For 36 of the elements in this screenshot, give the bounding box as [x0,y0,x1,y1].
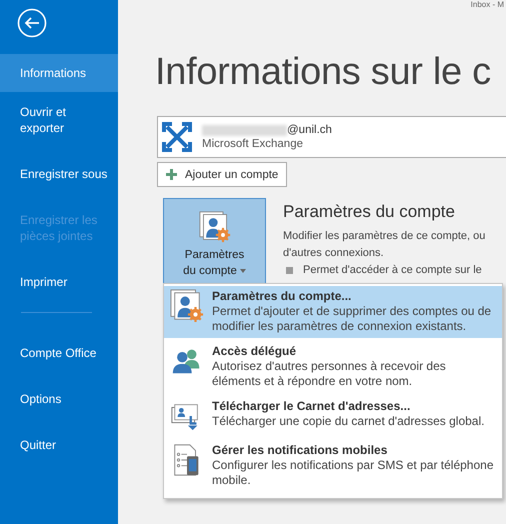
back-icon[interactable] [17,8,47,38]
sidebar-item[interactable]: Quitter [0,427,118,463]
account-email: @unil.ch [287,124,332,136]
menu-item-description: Autorisez d'autres personnes à recevoir des éléments et à répondre en votre nom. [212,359,447,389]
add-account-button[interactable]: Ajouter un compte [157,162,288,187]
sidebar-item[interactable]: Compte Office [0,335,118,371]
account-settings-icon [198,211,230,243]
bullet-icon [286,266,293,274]
sidebar-item[interactable]: Ouvrir et exporter [0,94,118,146]
caret-icon [240,268,246,273]
section-heading: Paramètres du compte [283,202,456,222]
menu-item-title: Paramètres du compte... [212,289,352,304]
menu-item[interactable]: Paramètres du compte... Permet d'ajouter et de supprimer des comptes ou de modifier les paramètres de connexion existants. [164,286,502,338]
menu-item[interactable]: Gérer les notifications mobiles Configurer les notifications par SMS et par téléphone mobile. [164,440,502,492]
plus-icon [166,169,177,180]
page-title: Informations sur le c [155,50,492,95]
sidebar-item[interactable]: Enregistrer sous [0,156,118,192]
section-description: Modifier les paramètres de ce compte, ou [283,229,486,244]
menu-item-description: Configurer les notifications par SMS et par téléphone mobile. [212,458,494,488]
menu-item[interactable]: Télécharger le Carnet d'adresses... Télécharger une copie du carnet d'adresses global. [164,396,502,437]
menu-item-title: Gérer les notifications mobiles [212,443,388,458]
sidebar-item[interactable]: Informations [0,54,118,92]
account-settings-icon [170,289,204,323]
window-title: Inbox - M [470,0,504,9]
menu-item-description: Télécharger une copie du carnet d'adresses global. [212,414,484,429]
menu-item-description: Permet d'ajouter et de supprimer des comptes ou de modifier les paramètres de connexion existants. [212,304,492,334]
menu-item-title: Télécharger le Carnet d'adresses... [212,399,412,414]
sidebar-item[interactable]: Imprimer [0,264,118,300]
account-settings-button[interactable]: Paramètres du compte [163,198,266,284]
section-description: d'autres connexions. [283,246,385,261]
exchange-logo-icon [162,122,192,152]
sidebar-item[interactable]: Options [0,381,118,417]
menu-item[interactable]: Accès délégué Autorisez d'autres personnes à recevoir des éléments et à répondre en votre nom. [164,341,502,393]
bullet-text: Permet d'accéder à ce compte sur le [303,264,482,276]
menu-item-title: Accès délégué [212,344,298,359]
account-type: Microsoft Exchange [202,138,304,150]
